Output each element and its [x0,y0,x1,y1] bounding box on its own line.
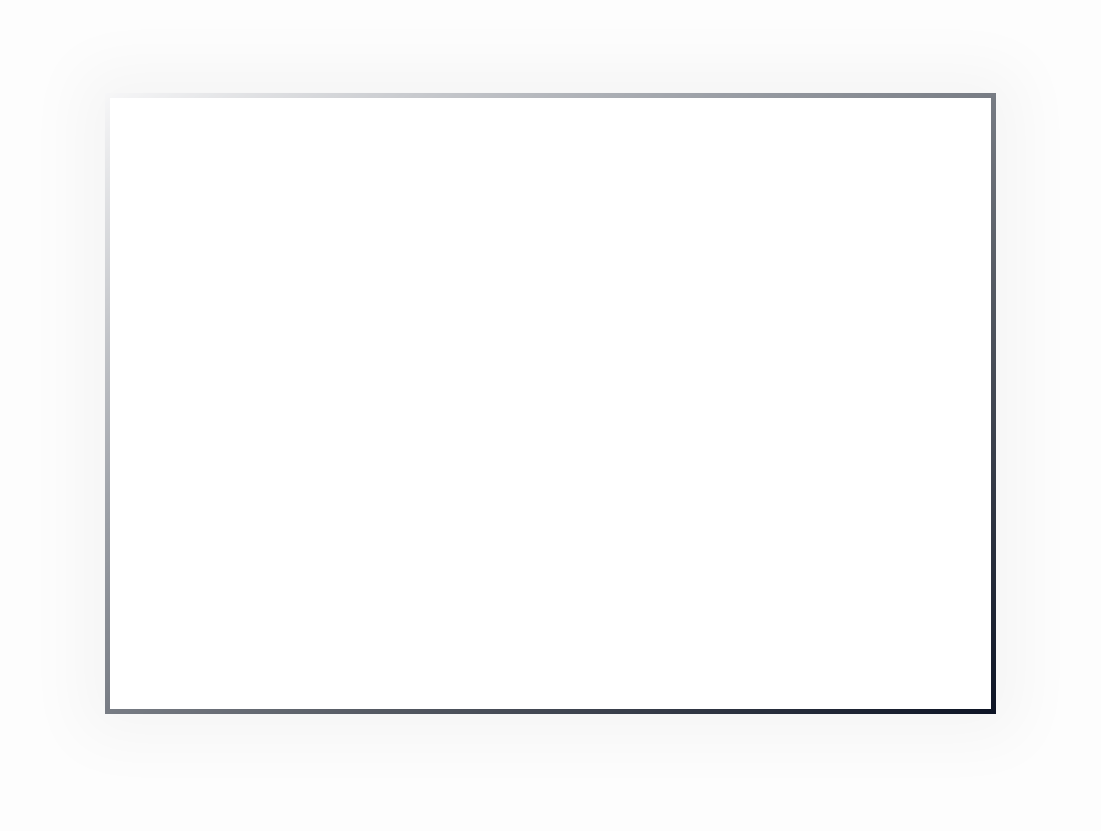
page [0,0,1101,831]
frame-border [105,93,996,714]
blank-canvas [110,98,991,709]
